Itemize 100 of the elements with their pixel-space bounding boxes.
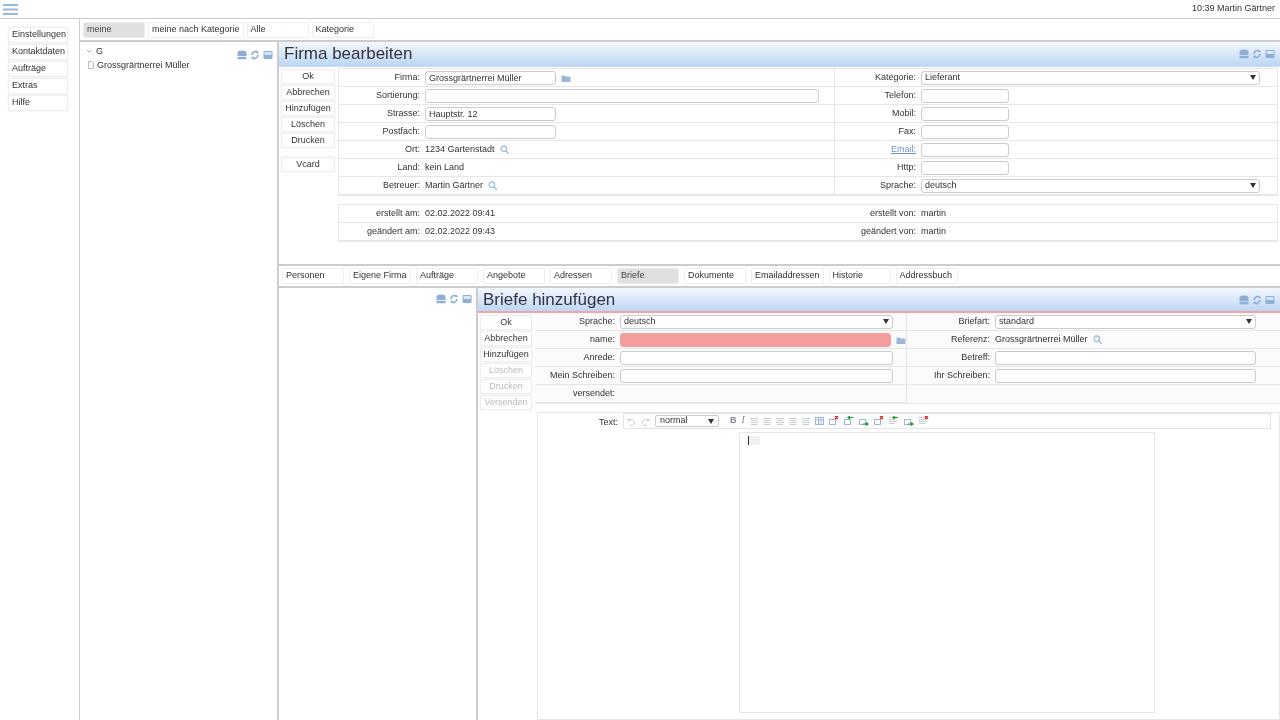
tab[interactable]: Briefe <box>617 268 679 284</box>
format-select[interactable]: normal <box>655 415 719 427</box>
chevron-down-icon[interactable] <box>86 49 93 55</box>
field-label: geändert von: <box>859 224 916 238</box>
numbered-list-icon[interactable] <box>802 416 811 426</box>
refresh-icon[interactable] <box>1252 294 1262 305</box>
sidebar-item[interactable]: Aufträge <box>8 61 68 77</box>
field-label: Mein Schreiben: <box>548 368 615 382</box>
undo-icon[interactable] <box>627 416 636 426</box>
form-button[interactable]: Hinzufügen <box>480 347 532 362</box>
folder-icon[interactable] <box>896 335 906 344</box>
tab[interactable]: Personen <box>282 268 344 284</box>
tab[interactable]: Adressen <box>550 268 612 284</box>
window-icon[interactable] <box>462 294 472 304</box>
insert-row-above-icon[interactable] <box>889 416 900 426</box>
form-button[interactable]: Drucken <box>281 133 335 148</box>
form-button[interactable]: Abbrechen <box>281 85 335 100</box>
delete-row-icon[interactable] <box>919 416 930 426</box>
input-field[interactable] <box>620 350 893 365</box>
input-field[interactable] <box>921 124 1009 139</box>
tree-node[interactable]: G <box>96 45 103 59</box>
window-icon[interactable] <box>263 50 273 60</box>
bullet-list-icon[interactable] <box>789 416 798 426</box>
field-label: Fax: <box>897 124 916 138</box>
refresh-icon[interactable] <box>1252 49 1262 59</box>
sidebar-item[interactable]: Kontaktdaten <box>8 44 68 60</box>
tab[interactable]: Dokumente <box>684 268 746 284</box>
field-label: Firma: <box>393 70 420 84</box>
search-icon[interactable] <box>1092 335 1102 344</box>
align-right-icon[interactable] <box>776 416 785 426</box>
input-field[interactable] <box>921 160 1009 175</box>
input-field[interactable]: Hauptstr. 12 <box>425 106 556 121</box>
form-button[interactable]: Hinzufügen <box>281 101 335 116</box>
search-icon[interactable] <box>499 145 509 154</box>
sidebar-item[interactable]: Einstellungen <box>8 27 68 43</box>
input-field[interactable] <box>425 124 556 139</box>
tab[interactable]: Emailaddressen <box>751 268 824 284</box>
text-editor-area[interactable] <box>739 432 1155 713</box>
form-button[interactable]: Ok <box>281 69 335 84</box>
database-icon[interactable] <box>1239 49 1249 59</box>
field-label: geändert am: <box>365 224 420 238</box>
select-field[interactable]: standard <box>995 314 1256 329</box>
input-field[interactable] <box>921 106 1009 121</box>
tab[interactable]: Historie <box>828 268 891 284</box>
database-icon[interactable] <box>237 50 247 60</box>
insert-row-icon[interactable] <box>859 416 870 426</box>
bold-button[interactable]: B <box>730 414 737 428</box>
tab[interactable]: meine nach Kategorie <box>148 21 244 38</box>
input-field[interactable] <box>921 142 1009 157</box>
field-label: Betreff: <box>960 350 990 364</box>
field-label: erstellt am: <box>375 206 420 220</box>
sidebar-item[interactable]: Extras <box>8 78 68 94</box>
refresh-icon[interactable] <box>449 294 459 304</box>
refresh-icon[interactable] <box>250 50 260 60</box>
input-field[interactable] <box>921 88 1009 103</box>
select-value: Lieferant <box>925 70 961 84</box>
insert-row-below-icon[interactable] <box>904 416 915 426</box>
select-field[interactable]: Lieferant <box>921 70 1260 85</box>
form-button[interactable]: Vcard <box>281 157 335 172</box>
form-button[interactable]: Ok <box>480 315 532 330</box>
folder-icon[interactable] <box>561 73 571 82</box>
form-button[interactable]: Löschen <box>281 117 335 132</box>
table-icon[interactable] <box>815 417 825 425</box>
tab[interactable]: Kategorie <box>311 21 374 38</box>
field-label: Sprache: <box>878 178 916 192</box>
window-icon[interactable] <box>1265 49 1275 59</box>
tab[interactable]: Angebote <box>483 268 545 284</box>
input-field[interactable] <box>995 350 1256 365</box>
input-field[interactable]: Grossgrärtnerrei Müller <box>425 70 556 85</box>
italic-button[interactable]: I <box>741 414 746 428</box>
delete-table-icon[interactable] <box>829 416 840 426</box>
align-left-icon[interactable] <box>750 416 759 426</box>
align-center-icon[interactable] <box>763 416 772 426</box>
select-field[interactable]: deutsch <box>620 314 893 329</box>
database-icon[interactable] <box>1239 294 1249 305</box>
delete-column-icon[interactable] <box>874 416 885 426</box>
field-label: name: <box>589 332 615 346</box>
input-field[interactable] <box>995 368 1256 383</box>
field-label: Anrede: <box>582 350 615 364</box>
select-value: standard <box>999 314 1035 328</box>
form-button[interactable]: Abbrechen <box>480 331 532 346</box>
tree-item[interactable]: Grossgrärtnerrei Müller <box>97 58 190 72</box>
menu-icon[interactable] <box>3 2 18 16</box>
tab[interactable]: Eigene Firma <box>349 268 411 284</box>
insert-column-icon[interactable] <box>844 416 855 426</box>
redo-icon[interactable] <box>641 416 650 426</box>
tab[interactable]: Alle <box>246 21 309 38</box>
sidebar-item[interactable]: Hilfe <box>8 95 68 111</box>
tab[interactable]: Aufträge <box>416 268 478 284</box>
input-field[interactable] <box>425 88 819 103</box>
database-icon[interactable] <box>436 294 446 304</box>
field-label: erstellt von: <box>868 206 916 220</box>
window-icon[interactable] <box>1265 294 1275 305</box>
input-field[interactable] <box>620 368 893 383</box>
search-icon[interactable] <box>488 181 498 190</box>
file-icon <box>88 61 94 70</box>
select-field[interactable]: deutsch <box>921 178 1260 193</box>
input-field[interactable] <box>620 332 892 347</box>
tab[interactable]: Addressbuch <box>895 268 958 284</box>
tab[interactable]: meine <box>83 21 145 38</box>
